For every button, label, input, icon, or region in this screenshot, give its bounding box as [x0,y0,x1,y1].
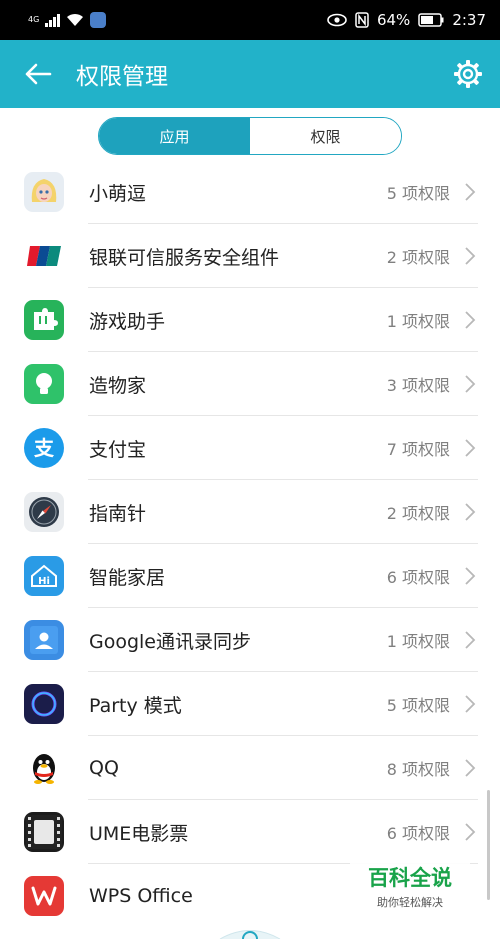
permission-count: 1 项权限 [386,632,450,651]
permission-count: 5 项权限 [386,184,450,203]
battery-icon [418,13,444,27]
chevron-right-icon [465,631,476,649]
svg-text:Hi: Hi [38,576,50,587]
app-name: 造物家 [89,374,147,397]
page-title: 权限管理 [76,64,168,90]
app-name: 银联可信服务安全组件 [89,246,280,269]
network-type: 4G [28,15,40,24]
watermark-title: 百科全说 [368,866,452,890]
permission-count: 6 项权限 [386,824,450,843]
wps-icon [24,876,64,916]
list-item[interactable]: 支 支付宝 7 项权限 [0,416,500,480]
status-right: 64% 2:37 [327,11,486,29]
qq-penguin-icon [24,748,64,788]
clock: 2:37 [452,11,486,29]
app-bar: 权限管理 [0,40,500,108]
chevron-right-icon [465,695,476,713]
signal-icon [45,13,61,27]
list-item[interactable]: 银联可信服务安全组件 2 项权限 [0,224,500,288]
list-item[interactable]: Google通讯录同步 1 项权限 [0,608,500,672]
permission-count: 2 项权限 [386,504,450,523]
unionpay-icon [24,236,64,276]
app-name: 智能家居 [89,566,166,589]
app-name: 小萌逗 [89,182,147,205]
app-list: 小萌逗 5 项权限 银联可信服务安全组件 2 项权限 游戏助手 1 项权限 造物… [0,160,500,928]
app-name: Party 模式 [89,694,182,717]
watermark-subtitle: 助你轻松解决 [377,896,443,909]
chevron-right-icon [465,823,476,841]
app-name: 游戏助手 [89,310,166,333]
list-item[interactable]: QQ 8 项权限 [0,736,500,800]
app-name: UME电影票 [89,822,189,845]
gear-icon [454,60,482,88]
party-ring-icon [24,684,64,724]
svg-text:支: 支 [34,436,55,460]
app-name: QQ [89,757,119,779]
list-item[interactable]: Party 模式 5 项权限 [0,672,500,736]
arrow-left-icon [25,63,52,85]
film-strip-icon [24,812,64,852]
segmented-tabs: 应用 权限 [98,117,402,155]
chevron-right-icon [465,311,476,329]
scrollbar[interactable] [487,790,490,900]
puzzle-icon [24,300,64,340]
wifi-icon [67,13,84,26]
battery-percent: 64% [376,11,411,29]
compass-icon [24,492,64,532]
list-item[interactable]: 造物家 3 项权限 [0,352,500,416]
list-item[interactable]: UME电影票 6 项权限 [0,800,500,864]
chevron-right-icon [465,439,476,457]
app-name: 支付宝 [89,438,147,461]
permission-count: 8 项权限 [386,760,450,779]
list-item[interactable]: Hi 智能家居 6 项权限 [0,544,500,608]
permission-count: 2 项权限 [386,248,450,267]
chevron-right-icon [465,183,476,201]
app-name: 指南针 [89,502,147,525]
nfc-icon [355,12,369,28]
watermark: 百科全说 助你轻松解决 [350,856,470,912]
tab-permissions[interactable]: 权限 [250,118,401,154]
permission-count: 6 项权限 [386,568,450,587]
chevron-right-icon [465,503,476,521]
list-item[interactable]: 小萌逗 5 项权限 [0,160,500,224]
app-name: Google通讯录同步 [89,630,252,653]
list-item[interactable]: 指南针 2 项权限 [0,480,500,544]
list-item[interactable]: 游戏助手 1 项权限 [0,288,500,352]
chevron-right-icon [465,247,476,265]
smart-home-icon: Hi [24,556,64,596]
app-name: WPS Office [89,885,193,907]
permission-count: 1 项权限 [386,312,450,331]
cartoon-girl-icon [24,172,64,212]
chevron-right-icon [465,567,476,585]
notification-app-icon [90,12,107,28]
permission-count: 5 项权限 [386,696,450,715]
bottom-fab-edge [219,930,281,939]
chevron-right-icon [465,375,476,393]
lightbulb-icon [24,364,64,404]
alipay-icon: 支 [24,428,64,468]
permission-count: 3 项权限 [386,376,450,395]
eye-icon [327,13,347,27]
tab-apps[interactable]: 应用 [99,118,250,154]
status-bar: 4G 64% 2:37 [0,0,500,40]
contacts-icon [24,620,64,660]
permission-count: 7 项权限 [386,440,450,459]
back-button[interactable] [0,40,76,108]
status-left: 4G [28,12,107,28]
chevron-right-icon [465,759,476,777]
settings-button[interactable] [436,40,500,108]
